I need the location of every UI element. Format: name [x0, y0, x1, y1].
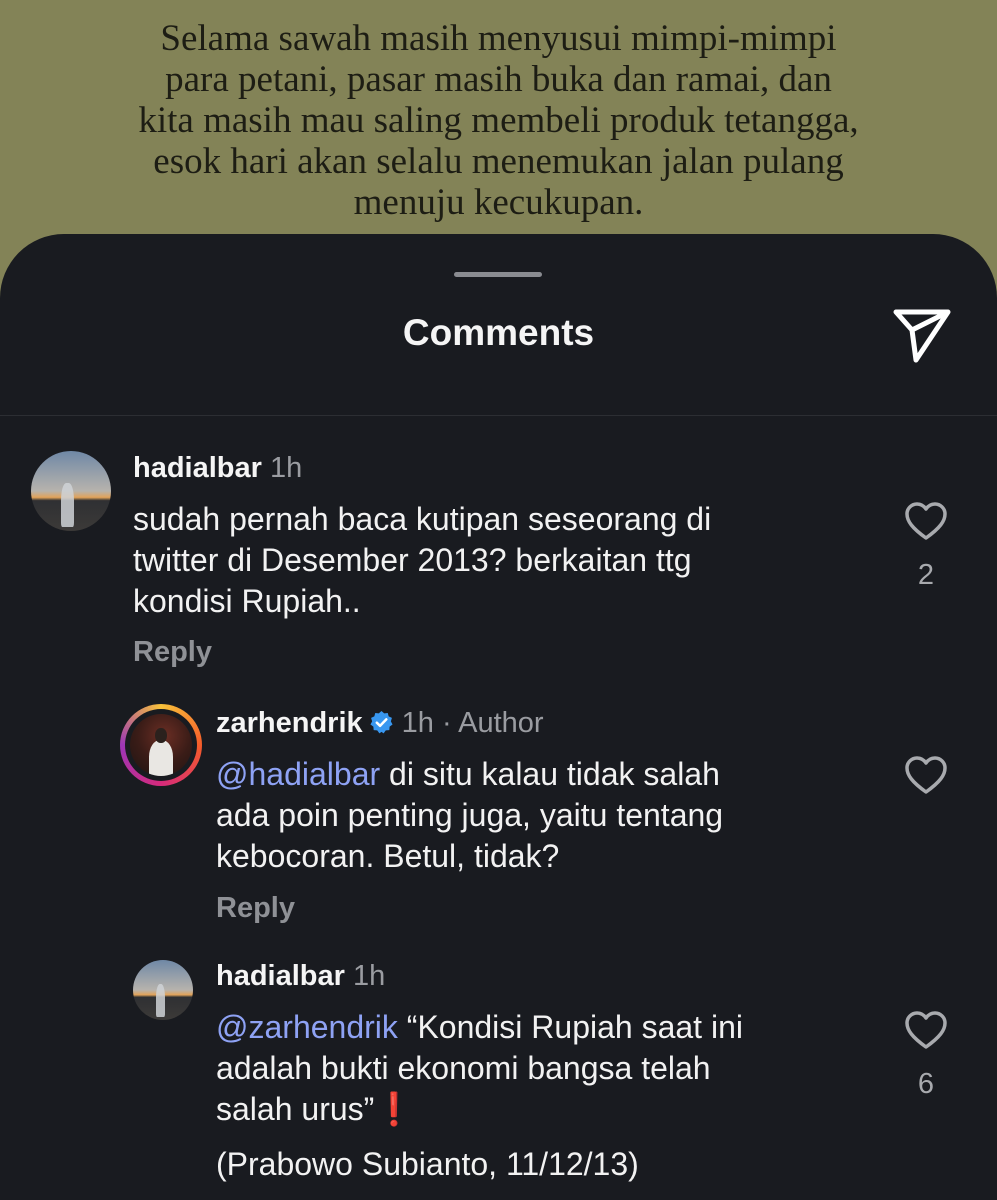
- drag-handle[interactable]: [454, 272, 542, 277]
- send-icon[interactable]: [888, 304, 956, 366]
- comment-meta: hadialbar 1h: [133, 451, 302, 485]
- quote-text: Selama sawah masih menyusui mimpi-mimpi …: [138, 18, 859, 223]
- verified-badge-icon: [369, 709, 394, 734]
- like-count: 2: [917, 559, 935, 591]
- comment-text: sudah pernah baca kutipan seseorang di t…: [133, 501, 712, 619]
- heart-icon[interactable]: [904, 755, 948, 795]
- heart-icon[interactable]: [904, 501, 948, 541]
- sheet-title: Comments: [402, 312, 595, 353]
- header-divider: [0, 415, 997, 416]
- author-label: · Author: [442, 707, 544, 739]
- like-count: 6: [917, 1068, 935, 1100]
- timestamp: 1h: [352, 960, 386, 992]
- mention-link[interactable]: @hadialbar: [216, 756, 380, 792]
- avatar-story-ring[interactable]: [120, 704, 202, 786]
- exclamation-emoji: ❗: [374, 1091, 415, 1127]
- username[interactable]: hadialbar: [133, 452, 262, 484]
- heart-icon[interactable]: [904, 1010, 948, 1050]
- username[interactable]: zarhendrik: [216, 707, 363, 739]
- comment-text: @zarhendrik “Kondisi Rupiah saat ini ada…: [216, 1009, 743, 1127]
- avatar: [130, 714, 192, 776]
- comment-meta: hadialbar 1h: [216, 959, 385, 993]
- reply-button[interactable]: Reply: [133, 636, 212, 669]
- avatar[interactable]: [31, 451, 111, 531]
- comment-meta: zarhendrik 1h · Author: [216, 706, 544, 740]
- comment-text-continued: (Prabowo Subianto, 11/12/13): [216, 1146, 639, 1182]
- mention-link[interactable]: @zarhendrik: [216, 1009, 398, 1045]
- username[interactable]: hadialbar: [216, 960, 345, 992]
- comment-text: @hadialbar di situ kalau tidak salah ada…: [216, 756, 724, 874]
- timestamp: 1h: [269, 452, 303, 484]
- avatar[interactable]: [133, 960, 193, 1020]
- reply-button[interactable]: Reply: [216, 892, 295, 925]
- comments-sheet: Comments hadialbar 1h sudah pernah baca k…: [0, 234, 997, 1200]
- timestamp: 1h: [401, 707, 434, 739]
